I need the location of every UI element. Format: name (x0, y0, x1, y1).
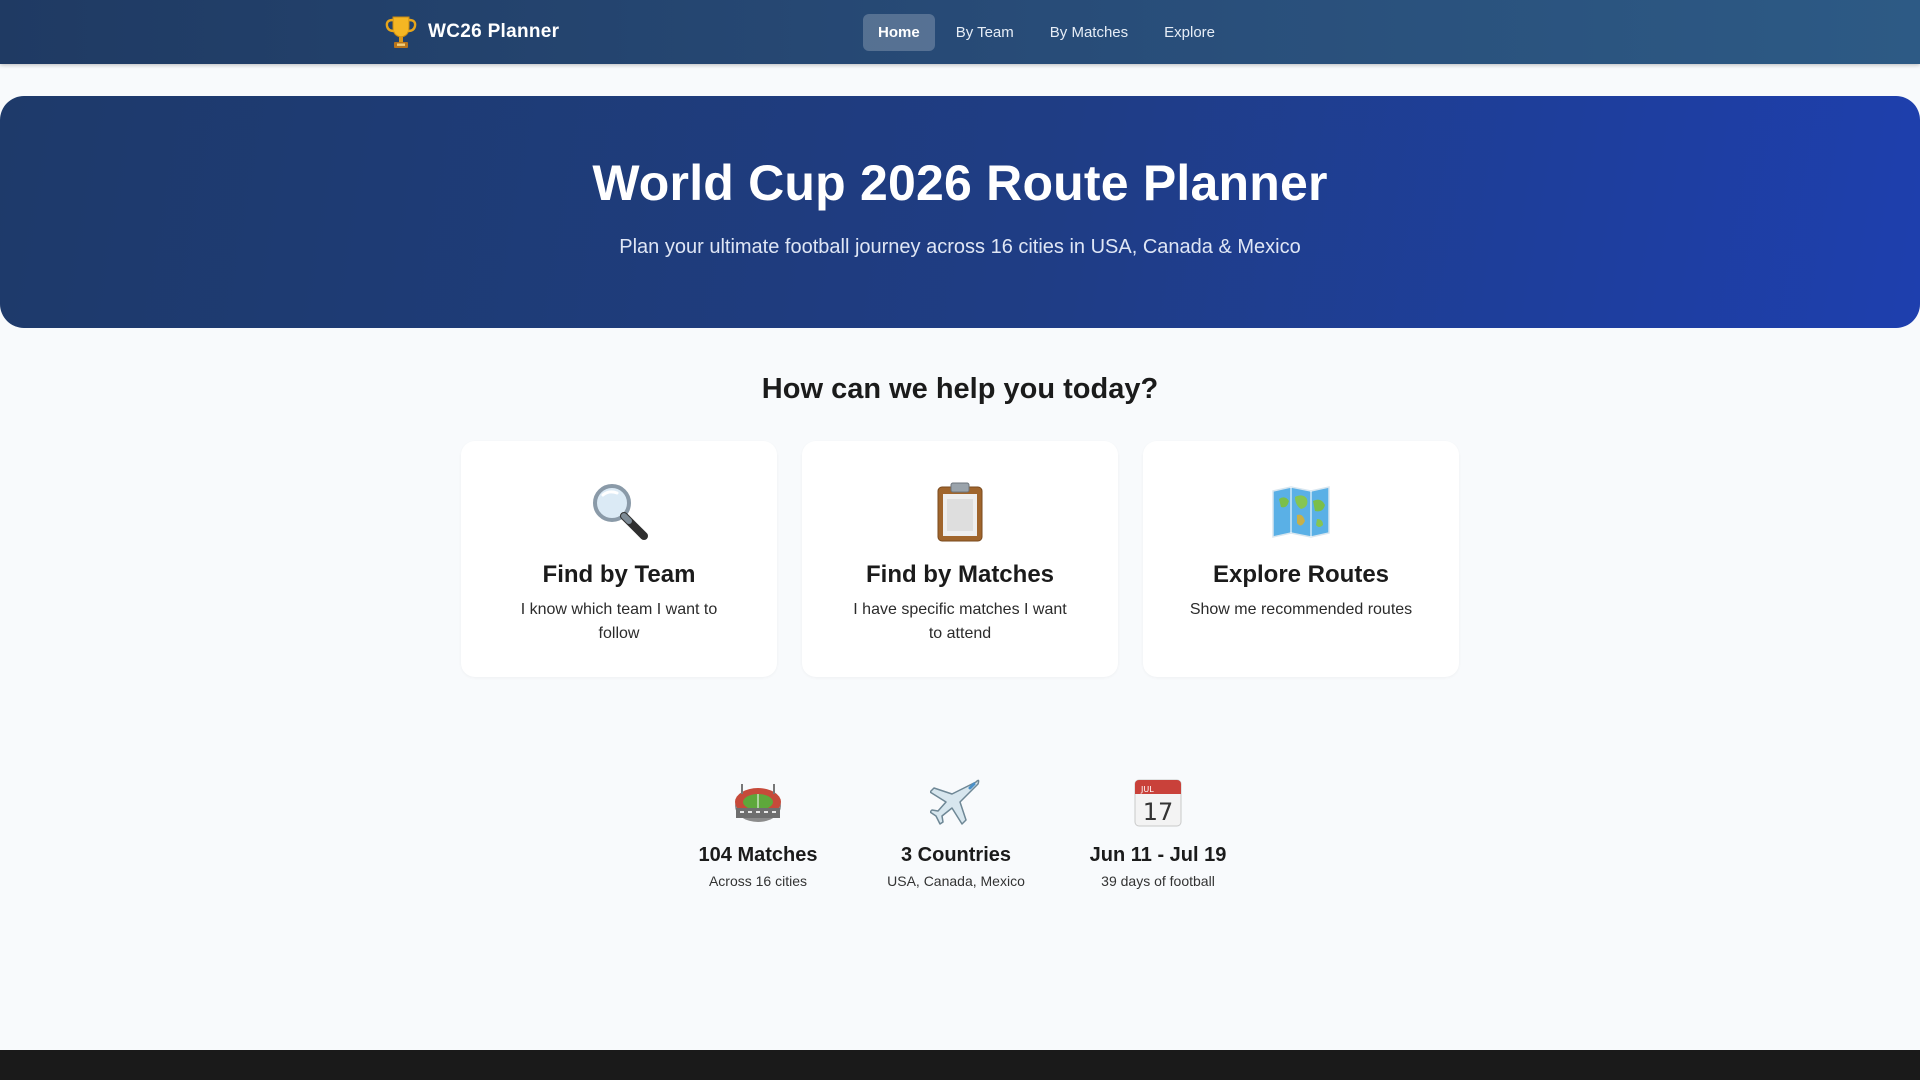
page-footer (0, 1050, 1920, 1080)
stat-value: 104 Matches (698, 844, 818, 866)
card-title: Explore Routes (1212, 561, 1390, 588)
stat-value: 3 Countries (900, 844, 1012, 866)
explore-routes-card[interactable]: Explore Routes Show me recommended route… (1143, 441, 1459, 677)
nav-home[interactable]: Home (863, 14, 935, 51)
find-by-team-card[interactable]: Find by Team I know which team I want to… (461, 441, 777, 677)
stat-label: USA, Canada, Mexico (887, 873, 1025, 889)
world-map-icon (1272, 486, 1330, 538)
card-title: Find by Team (542, 561, 696, 588)
hero-subtitle: Plan your ultimate football journey acro… (619, 236, 1301, 258)
stadium-icon (735, 784, 781, 822)
brand-name: WC26 Planner (428, 21, 560, 42)
magnifying-glass-icon (593, 484, 648, 540)
stat-matches: 104 Matches Across 16 cities (658, 776, 858, 889)
nav-by-matches[interactable]: By Matches (1035, 14, 1143, 51)
stat-dates: JUL 17 Jun 11 - Jul 19 39 days of footba… (1058, 776, 1258, 889)
card-description: I have specific matches I want to attend (853, 601, 1067, 642)
calendar-icon: JUL 17 (1134, 779, 1182, 827)
stat-countries: 3 Countries USA, Canada, Mexico (856, 776, 1056, 889)
nav-by-team[interactable]: By Team (941, 14, 1029, 51)
stat-label: 39 days of football (1101, 873, 1215, 889)
find-by-matches-card[interactable]: Find by Matches I have specific matches … (802, 441, 1118, 677)
help-heading: How can we help you today? (761, 373, 1159, 405)
hero-title: World Cup 2026 Route Planner (592, 155, 1328, 211)
card-title: Find by Matches (865, 561, 1055, 588)
main-nav: Home By Team By Matches Explore (863, 14, 1236, 51)
airplane-icon (930, 779, 980, 825)
top-navbar: WC26 Planner Home By Team By Matches Exp… (0, 0, 1920, 64)
nav-explore[interactable]: Explore (1149, 14, 1230, 51)
hero-banner: World Cup 2026 Route Planner Plan your u… (0, 96, 1920, 328)
stat-value: Jun 11 - Jul 19 (1089, 844, 1227, 866)
calendar-month: JUL (1140, 785, 1154, 794)
card-description: Show me recommended routes (1189, 601, 1413, 618)
brand-logo[interactable]: WC26 Planner (384, 13, 559, 51)
calendar-day: 17 (1143, 798, 1174, 826)
clipboard-icon (937, 482, 983, 542)
stat-label: Across 16 cities (708, 873, 808, 889)
trophy-icon (385, 16, 417, 48)
card-description: I know which team I want to follow (520, 601, 718, 642)
